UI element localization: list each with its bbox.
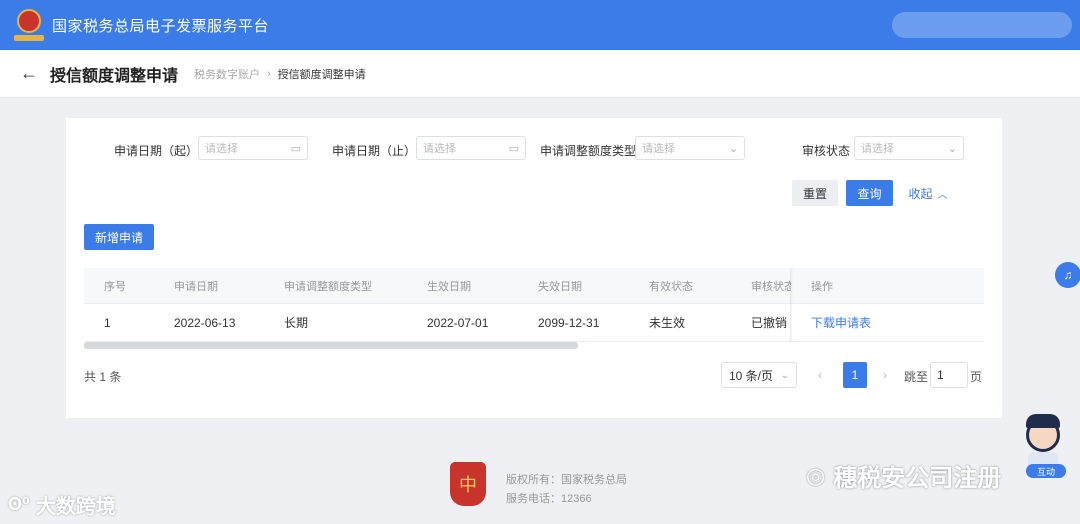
footer-copyright: 版权所有：国家税务总局	[506, 474, 627, 486]
page-size-select[interactable]: 10 条/页 ⌄	[721, 362, 797, 388]
jump-label: 跳至	[904, 370, 929, 384]
cell-effective-date: 2022-07-01	[427, 315, 489, 330]
page-1-button[interactable]: 1	[843, 362, 867, 388]
col-effective-date: 生效日期	[427, 280, 471, 293]
date-start-picker[interactable]: 请选择 ▭	[198, 136, 308, 160]
watermark-left: ʘ⁰ 大数跨境	[8, 490, 116, 519]
watermark-right-text: 穗税安公司注册	[833, 465, 1002, 492]
brand-icon: ʘ⁰	[8, 494, 30, 514]
breadcrumb-separator: ›	[267, 67, 271, 80]
col-valid-status: 有效状态	[649, 280, 693, 293]
page-size-value: 10 条/页	[729, 368, 774, 383]
tax-emblem-icon: 中	[450, 462, 486, 506]
cell-expire-date: 2099-12-31	[538, 315, 600, 330]
fixed-column-shadow	[790, 268, 793, 342]
query-button[interactable]: 查询	[846, 180, 893, 206]
chevron-down-icon: ⌄	[728, 142, 738, 155]
calendar-icon: ▭	[508, 142, 519, 155]
col-expire-date: 失效日期	[538, 280, 582, 293]
request-table: 序号 申请日期 申请调整额度类型 生效日期 失效日期 有效状态 审核状态 操作 …	[84, 268, 984, 342]
jump-page-input[interactable]: 1	[930, 362, 968, 388]
review-status-placeholder: 请选择	[861, 143, 894, 155]
chevron-up-icon: ︿	[937, 189, 948, 201]
cell-index: 1	[104, 315, 111, 330]
footer-phone: 服务电话：12366	[506, 493, 592, 505]
cell-review-status: 已撤销	[751, 316, 788, 330]
date-start-placeholder: 请选择	[205, 143, 238, 155]
site-title: 国家税务总局电子发票服务平台	[52, 17, 270, 35]
watermark-right: ◎ 穗税安公司注册	[806, 458, 1001, 493]
emblem-char: 中	[459, 475, 477, 495]
collapse-label: 收起	[908, 186, 933, 201]
watermark-left-text: 大数跨境	[35, 496, 116, 518]
arrow-left-icon[interactable]: ←	[20, 63, 38, 84]
tax-logo	[14, 9, 44, 41]
top-bar: 国家税务总局电子发票服务平台	[0, 0, 1080, 50]
wechat-icon: ◎	[806, 462, 826, 488]
prev-page-button[interactable]: ‹	[818, 368, 822, 382]
total-count: 共 1 条	[84, 370, 122, 384]
collapse-button[interactable]: 收起 ︿	[906, 180, 950, 206]
review-status-select[interactable]: 请选择 ⌄	[854, 136, 964, 160]
reset-button[interactable]: 重置	[792, 180, 838, 206]
col-adjust-type: 申请调整额度类型	[284, 280, 372, 293]
cell-apply-date: 2022-06-13	[174, 315, 236, 330]
next-page-button[interactable]: ›	[883, 368, 887, 382]
table-row: 1 2022-06-13 长期 2022-07-01 2099-12-31 未生…	[84, 304, 984, 342]
calendar-icon: ▭	[290, 142, 301, 155]
main-card: 申请日期（起） 请选择 ▭ 申请日期（止） 请选择 ▭ 申请调整额度类型 请选择…	[66, 118, 1002, 418]
adjust-type-select[interactable]: 请选择 ⌄	[635, 136, 745, 160]
col-operation: 操作	[811, 280, 833, 293]
breadcrumb-current: 授信额度调整申请	[277, 68, 366, 81]
breadcrumb-parent[interactable]: 税务数字账户	[194, 66, 260, 82]
review-status-label: 审核状态	[802, 144, 851, 158]
cell-adjust-type: 长期	[284, 316, 309, 330]
date-end-picker[interactable]: 请选择 ▭	[416, 136, 526, 160]
table-header: 序号 申请日期 申请调整额度类型 生效日期 失效日期 有效状态 审核状态 操作	[84, 268, 984, 304]
horizontal-scrollbar[interactable]	[84, 342, 578, 349]
adjust-type-placeholder: 请选择	[642, 143, 675, 155]
col-index: 序号	[104, 280, 126, 293]
date-end-placeholder: 请选择	[423, 143, 456, 155]
chevron-down-icon: ⌄	[947, 142, 957, 155]
chevron-down-icon: ⌄	[780, 369, 789, 381]
download-form-link[interactable]: 下载申请表	[811, 304, 871, 341]
page-header: ← 授信额度调整申请 税务数字账户 › 授信额度调整申请	[0, 50, 1080, 98]
user-area[interactable]	[892, 12, 1072, 38]
page-title: 授信额度调整申请	[50, 67, 179, 85]
date-end-label: 申请日期（止）	[332, 144, 417, 158]
mascot-badge[interactable]: 互动	[1026, 464, 1066, 478]
date-start-label: 申请日期（起）	[114, 144, 199, 158]
col-apply-date: 申请日期	[174, 280, 218, 293]
col-review-status: 审核状态	[751, 280, 791, 293]
adjust-type-label: 申请调整额度类型	[540, 144, 637, 158]
add-request-button[interactable]: 新增申请	[84, 224, 154, 250]
page-suffix: 页	[970, 370, 983, 384]
cell-valid-status: 未生效	[649, 316, 686, 330]
headset-icon[interactable]: ♫	[1055, 262, 1080, 288]
